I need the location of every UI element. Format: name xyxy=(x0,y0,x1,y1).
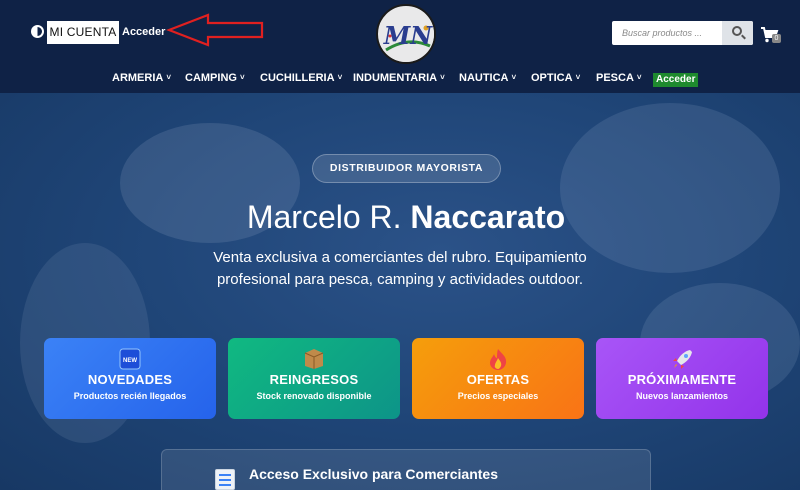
svg-text:NEW: NEW xyxy=(123,358,137,364)
hero-subtitle: Venta exclusiva a comerciantes del rubro… xyxy=(213,249,587,288)
logo-text: MN xyxy=(383,21,434,50)
calculator-icon xyxy=(215,469,235,490)
nav-item-cuchilleria[interactable]: CUCHILLERIA ˅ xyxy=(260,70,342,88)
site-header: MI CUENTA Acceder MN 0 ARMERIA˅ CAMPING˅… xyxy=(0,0,800,93)
chevron-down-icon: ˅ xyxy=(636,73,642,82)
cart-count-badge: 0 xyxy=(772,34,781,43)
chevron-down-icon: ˅ xyxy=(239,73,245,82)
exclusive-access-title: Acceso Exclusivo para Comerciantes xyxy=(249,466,499,482)
logo-emblem-icon: MN xyxy=(379,7,434,62)
nav-item-camping[interactable]: CAMPING ˅ xyxy=(185,70,245,88)
card-reingresos[interactable]: REINGRESOS Stock renovado disponible xyxy=(228,338,400,419)
nav-item-optica[interactable]: OPTICA ˅ xyxy=(531,70,580,88)
search-input[interactable] xyxy=(612,21,724,45)
nav-item-nautica[interactable]: NAUTICA ˅ xyxy=(459,70,516,88)
card-proximamente[interactable]: PRÓXIMAMENTE Nuevos lanzamientos xyxy=(596,338,768,419)
card-ofertas[interactable]: OFERTAS Precios especiales xyxy=(412,338,584,419)
card-novedades[interactable]: NEW NOVEDADES Productos recién llegados xyxy=(44,338,216,419)
my-account-button[interactable]: MI CUENTA xyxy=(47,21,119,44)
search-button[interactable] xyxy=(722,21,753,45)
nav-item-pesca[interactable]: PESCA ˅ xyxy=(596,70,642,88)
nav-item-indumentaria[interactable]: INDUMENTARIA ˅ xyxy=(353,70,445,88)
hero-section xyxy=(0,93,800,490)
contrast-toggle-icon[interactable] xyxy=(31,25,44,38)
chevron-down-icon: ˅ xyxy=(511,73,517,82)
chevron-down-icon: ˅ xyxy=(575,73,581,82)
fire-icon xyxy=(490,349,507,370)
chevron-down-icon: ˅ xyxy=(166,73,172,82)
new-icon: NEW xyxy=(119,348,141,370)
site-logo[interactable]: MN xyxy=(376,4,436,64)
chevron-down-icon: ˅ xyxy=(337,73,343,82)
nav-item-armeria[interactable]: ARMERIA ˅ xyxy=(112,70,171,88)
wholesaler-badge: DISTRIBUIDOR MAYORISTA xyxy=(312,154,501,183)
page-title: Marcelo R. Naccarato xyxy=(246,199,566,235)
red-arrow-icon xyxy=(166,13,264,47)
nav-login-button[interactable]: Acceder xyxy=(653,73,699,87)
box-icon xyxy=(304,349,324,369)
chevron-down-icon: ˅ xyxy=(440,73,445,82)
login-link[interactable]: Acceder xyxy=(122,26,165,38)
rocket-icon xyxy=(673,350,692,369)
